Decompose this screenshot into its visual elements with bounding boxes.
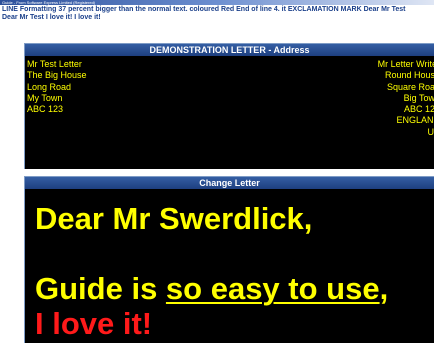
sender-line: Mr Letter Writer [377, 59, 434, 69]
sender-line: ENGLAND [396, 115, 434, 126]
recipient-line: Long Road [27, 81, 72, 92]
recipient-line: Mr Test Letter [27, 59, 82, 69]
letter-greeting: Dear Mr Swerdlick, [35, 201, 313, 236]
address-panel: DEMONSTRATION LETTER - Address Mr Test L… [24, 43, 434, 169]
window-title-bar: Guide - From Software Express Limited (R… [0, 0, 434, 5]
sender-line: ABC 123 [403, 104, 434, 115]
recipient-line: The Big House [27, 70, 87, 81]
change-letter-panel: Change Letter Dear Mr Swerdlick, Guide i… [24, 176, 434, 343]
recipient-line: My Town [27, 92, 63, 103]
recipient-line: ABC 123 [27, 104, 64, 115]
recipient-address: Mr Test Letter The Big House Long Road M… [27, 59, 87, 115]
letter-red-line: I love it! [35, 306, 153, 341]
sender-line: Big Town [403, 92, 434, 103]
sender-line: UK [427, 126, 434, 137]
address-panel-header: DEMONSTRATION LETTER - Address [25, 44, 434, 56]
letter-line-2-prefix: Guide is [35, 271, 166, 306]
guide-text-line-1: LINE Formatting 37 percent bigger than t… [2, 6, 406, 13]
sender-line: Round House [384, 70, 434, 81]
letter-line-2-suffix: , [379, 271, 389, 306]
change-letter-header: Change Letter [25, 177, 434, 189]
letter-underlined-text: so easy to use [165, 271, 380, 306]
letter-line-2: Guide is so easy to use, [35, 271, 388, 307]
guide-text-line-2: Dear Mr Test I love it! I love it! [2, 14, 101, 21]
sender-address: Mr Letter Writer Round House Square Road… [378, 59, 434, 138]
sender-line: Square Road [386, 81, 434, 92]
